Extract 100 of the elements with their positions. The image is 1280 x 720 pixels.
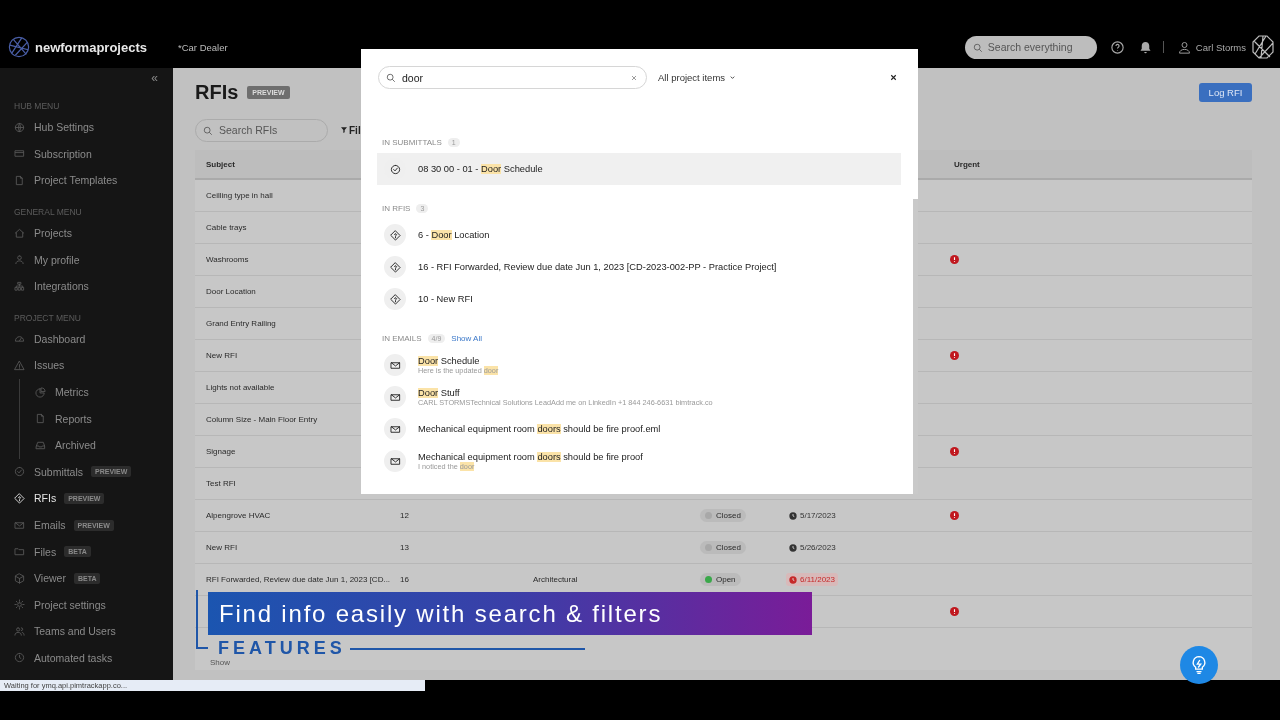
user-name[interactable]: Carl Storms [1195, 41, 1246, 53]
page-title: RFIs [195, 80, 239, 104]
clock-icon [14, 652, 25, 664]
clock-icon [789, 543, 797, 552]
result-title: 6 - Door Location [418, 230, 490, 240]
diamond-question-icon [389, 229, 401, 241]
table-cell: Column Size - Main Floor Entry [206, 415, 318, 424]
help-icon[interactable] [1109, 39, 1125, 55]
clock-icon [789, 511, 797, 520]
avatar-icon[interactable] [1251, 35, 1275, 59]
table-cell: Lights not available [206, 383, 275, 392]
mail-icon [389, 455, 401, 467]
result-title: 16 - RFI Forwarded, Review due date Jun 1, 2023 [CD-2023-002-PP - Practice Project] [418, 262, 777, 272]
network-icon [14, 280, 25, 292]
document-icon [14, 175, 25, 186]
folder-icon [14, 546, 25, 558]
table-cell: Cable trays [206, 223, 247, 232]
features-label: FEATURES [218, 639, 346, 658]
sidebar-item[interactable]: Archived [20, 431, 173, 459]
table-cell: RFI Forwarded, Review due date Jun 1, 2023 [CD... [206, 575, 391, 584]
search-icon [386, 73, 396, 83]
sidebar-item[interactable]: Automated tasks [0, 644, 173, 672]
close-icon[interactable] [889, 73, 898, 82]
table-cell: Washrooms [206, 255, 249, 264]
result-title: Mechanical equipment room doors should be fire proof.eml [418, 424, 661, 434]
table-cell: Ceilling type in hall [206, 191, 273, 200]
inbox-icon [35, 439, 46, 451]
scope-dropdown[interactable]: All project items [658, 72, 737, 83]
search-field[interactable]: door [378, 66, 647, 89]
diamond-question-icon [389, 261, 401, 273]
logo-icon [8, 36, 30, 58]
due-date: 6/11/2023 [786, 573, 838, 586]
house-icon [14, 227, 25, 239]
table-cell: Alpengrove HVAC [206, 511, 271, 520]
search-result[interactable]: 10 - New RFI [377, 283, 901, 315]
table-cell: Door Location [206, 287, 256, 296]
result-title: 10 - New RFI [418, 294, 473, 304]
column-header[interactable]: Urgent [945, 159, 1252, 169]
cube-icon [14, 572, 25, 584]
sidebar-item[interactable]: Project Templates [0, 167, 173, 194]
mail-icon [389, 359, 401, 371]
table-cell: Test RFI [206, 479, 236, 488]
due-date: 5/17/2023 [786, 509, 839, 522]
sidebar-item[interactable]: Integrations [0, 272, 173, 300]
table-cell: Architectural [533, 575, 578, 584]
caption-banner: Find info easily with search & filters [208, 592, 812, 635]
pagination-label: Show [210, 658, 230, 667]
search-result[interactable]: 16 - RFI Forwarded, Review due date Jun 1, 2023 [CD-2023-002-PP - Practice Project] [377, 251, 901, 283]
status-pill: Closed [700, 541, 746, 554]
search-icon [972, 42, 983, 53]
sidebar-item[interactable]: Projects [0, 219, 173, 247]
project-name[interactable]: *Car Dealer [178, 41, 228, 53]
search-field[interactable]: Search RFIs [195, 118, 328, 142]
mail-icon [14, 519, 25, 531]
sidebar-item[interactable]: Reports [20, 405, 173, 432]
sidebar-item[interactable]: My profile [0, 246, 173, 273]
diamond-question-icon [14, 492, 25, 504]
filter-button[interactable]: Fil [340, 124, 361, 136]
sidebar-item[interactable]: Issues [0, 352, 173, 379]
section-title: IN EMAILS [382, 333, 422, 343]
section-title: PROJECT MENU [14, 311, 82, 325]
settings-icon [14, 599, 25, 611]
due-date: 5/26/2023 [786, 541, 839, 554]
collapse-button[interactable]: « [151, 72, 158, 88]
section-title: IN RFIS [382, 203, 411, 213]
person-icon [14, 254, 25, 266]
app-logo-text: newformaprojects [35, 39, 147, 55]
table-cell: New RFI [206, 543, 238, 552]
show-all-link[interactable]: Show All [451, 333, 482, 343]
section-title: GENERAL MENU [14, 205, 83, 219]
search-result[interactable]: Mechanical equipment room doors should be fire proof.eml [377, 413, 901, 445]
status-pill: Open [700, 573, 741, 586]
result-title: Mechanical equipment room doors should be fire proof [418, 451, 643, 462]
sidebar-item[interactable]: Hub Settings [0, 114, 173, 141]
status-pill: Closed [700, 509, 746, 522]
pie-chart-icon [35, 386, 46, 398]
person-icon [1176, 39, 1192, 55]
diamond-question-icon [389, 293, 401, 305]
sidebar-item[interactable]: Teams and Users [0, 618, 173, 645]
sidebar-item[interactable]: Dashboard [0, 325, 173, 353]
log-rfi-button[interactable]: Log RFI [1199, 82, 1252, 102]
search-field[interactable]: Search everything [964, 35, 1097, 59]
section-title: IN SUBMITTALS [382, 137, 442, 147]
table-cell: Grand Entry Railing [206, 319, 276, 328]
table-cell: 12 [400, 511, 409, 520]
search-icon [203, 125, 213, 136]
sidebar-item[interactable]: Subscription [0, 140, 173, 168]
table-cell: 16 [400, 575, 409, 584]
section-title: HUB MENU [14, 100, 61, 113]
sidebar-item[interactable]: Metrics [20, 378, 173, 406]
warning-icon [14, 359, 25, 371]
people-icon [14, 625, 25, 637]
table-cell: New RFI [206, 351, 238, 360]
mail-icon [389, 391, 401, 403]
filter-icon [340, 126, 348, 134]
search-result[interactable]: 08 30 00 - 01 - Door Schedule [377, 153, 901, 185]
clear-icon[interactable] [630, 74, 638, 82]
search-result[interactable]: 6 - Door Location [377, 219, 901, 251]
sidebar-item[interactable]: Project settings [0, 591, 173, 619]
mail-icon [389, 423, 401, 435]
